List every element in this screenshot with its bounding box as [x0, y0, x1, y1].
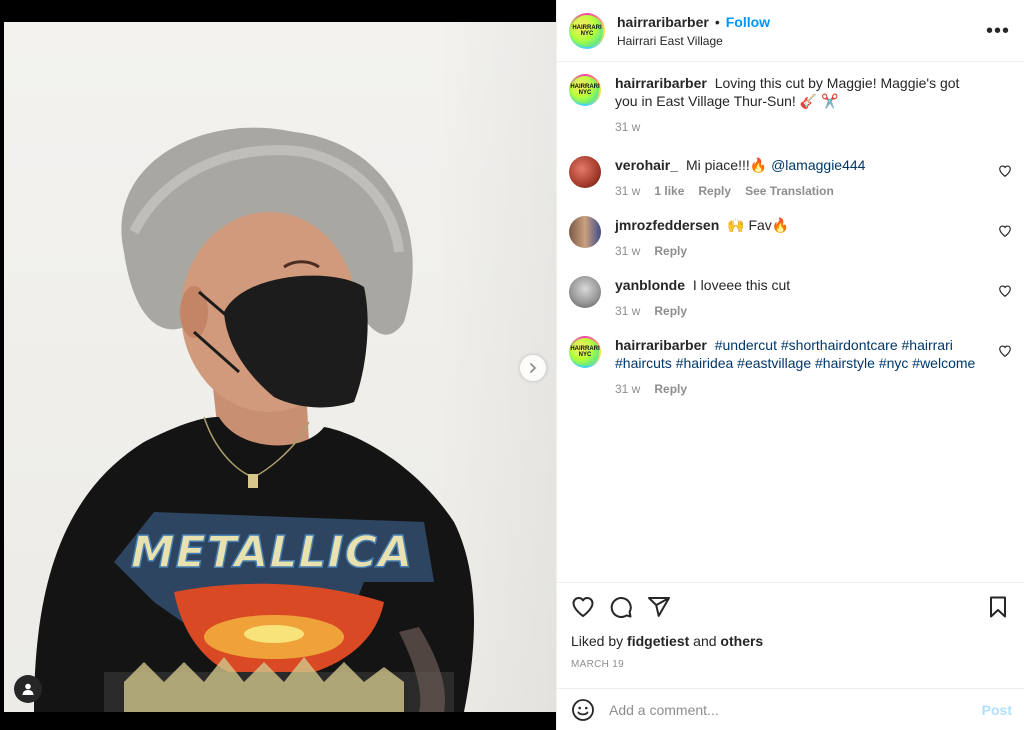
- post-location[interactable]: Hairrari East Village: [617, 34, 770, 48]
- comment-meta: 31 w Reply: [615, 380, 982, 398]
- commenter-avatar[interactable]: [569, 156, 601, 188]
- reply-button[interactable]: Reply: [654, 380, 687, 398]
- comment-meta: 31 w Reply: [615, 242, 982, 260]
- comments-list: HAIRRARI NYC hairraribarber Loving this …: [557, 62, 1024, 582]
- caption-body: hairraribarber Loving this cut by Maggie…: [615, 74, 1012, 136]
- hashtags-line2[interactable]: #haircuts #hairidea #eastvillage #hairst…: [615, 355, 975, 371]
- post-photo: METALLICA: [4, 22, 556, 712]
- reply-button[interactable]: Reply: [654, 302, 687, 320]
- commenter-avatar[interactable]: [569, 276, 601, 308]
- comment-time[interactable]: 31 w: [615, 182, 640, 200]
- chevron-right-icon: [530, 363, 537, 373]
- liked-by-text: Liked by fidgetiest and others: [571, 633, 1010, 649]
- separator-dot: •: [714, 13, 720, 30]
- comment-meta: 31 w 1 like Reply See Translation: [615, 182, 982, 200]
- comment-mention[interactable]: @lamaggie444: [771, 157, 865, 173]
- liked-by-prefix: Liked by: [571, 633, 624, 649]
- post-header: HAIRRARI NYC hairraribarber • Follow Hai…: [557, 0, 1024, 62]
- comment-meta: 31 w Reply: [615, 302, 982, 320]
- comment-input[interactable]: [609, 701, 982, 718]
- action-bar: [571, 595, 1010, 619]
- like-heart-icon[interactable]: [571, 595, 595, 619]
- comment-item: HAIRRARI NYC hairraribarber #undercut #s…: [569, 336, 1012, 398]
- comment-text: 🙌 Fav🔥: [727, 217, 790, 233]
- post-media-panel: METALLICA: [0, 0, 556, 730]
- hairrari-logo: HAIRRARI NYC: [570, 76, 600, 104]
- caption-meta: 31 w: [615, 118, 982, 136]
- author-username[interactable]: hairraribarber: [617, 14, 709, 30]
- instagram-post-modal: METALLICA HAIRRARI NYC hairraribarber • …: [0, 0, 1024, 730]
- like-comment-heart-icon[interactable]: [998, 344, 1012, 358]
- comment-text: Mi piace!!!🔥: [685, 157, 768, 173]
- hairrari-logo: HAIRRARI NYC: [570, 338, 600, 366]
- commenter-avatar[interactable]: HAIRRARI NYC: [569, 336, 601, 368]
- comment-time[interactable]: 31 w: [615, 242, 640, 260]
- post-date[interactable]: MARCH 19: [571, 659, 1010, 670]
- add-comment-bar: Post: [557, 688, 1024, 730]
- hashtags-line1[interactable]: #undercut #shorthairdontcare #hairrari: [715, 337, 953, 353]
- comment-body: hairraribarber #undercut #shorthairdontc…: [615, 336, 1012, 398]
- commenter-username[interactable]: jmrozfeddersen: [615, 217, 719, 233]
- caption-username[interactable]: hairraribarber: [615, 75, 707, 91]
- comment-item: jmrozfeddersen 🙌 Fav🔥 31 w Reply: [569, 216, 1012, 260]
- see-translation-button[interactable]: See Translation: [745, 182, 834, 200]
- user-icon: [22, 683, 34, 695]
- commenter-username[interactable]: yanblonde: [615, 277, 685, 293]
- post-details-panel: HAIRRARI NYC hairraribarber • Follow Hai…: [556, 0, 1024, 730]
- comment-item: verohair_ Mi piace!!!🔥 @lamaggie444 31 w…: [569, 156, 1012, 200]
- like-comment-heart-icon[interactable]: [998, 284, 1012, 298]
- liked-by-conj: and: [693, 633, 717, 649]
- tagged-users-button[interactable]: [14, 675, 42, 703]
- post-comment-button[interactable]: Post: [982, 702, 1012, 718]
- hairrari-logo: HAIRRARI NYC: [571, 14, 603, 47]
- share-paper-plane-icon[interactable]: [647, 595, 671, 619]
- commenter-username[interactable]: hairraribarber: [615, 337, 707, 353]
- comment-item: yanblonde I loveee this cut 31 w Reply: [569, 276, 1012, 320]
- header-text: hairraribarber • Follow Hairrari East Vi…: [617, 14, 770, 48]
- liked-by-others[interactable]: others: [720, 633, 763, 649]
- commenter-username[interactable]: verohair_: [615, 157, 678, 173]
- comment-body: yanblonde I loveee this cut 31 w Reply: [615, 276, 1012, 320]
- next-image-button[interactable]: [520, 355, 546, 381]
- emoji-icon[interactable]: [571, 698, 595, 722]
- follow-button[interactable]: Follow: [726, 14, 770, 30]
- commenter-avatar[interactable]: [569, 216, 601, 248]
- comment-body: verohair_ Mi piace!!!🔥 @lamaggie444 31 w…: [615, 156, 1012, 200]
- logo-line2: NYC: [578, 90, 592, 96]
- more-options-button[interactable]: •••: [986, 20, 1010, 43]
- comment-bubble-icon[interactable]: [609, 595, 633, 619]
- post-caption: HAIRRARI NYC hairraribarber Loving this …: [569, 74, 1012, 136]
- comment-body: jmrozfeddersen 🙌 Fav🔥 31 w Reply: [615, 216, 1012, 260]
- post-actions-section: Liked by fidgetiest and others MARCH 19: [557, 582, 1024, 688]
- caption-time[interactable]: 31 w: [615, 118, 640, 136]
- save-bookmark-icon[interactable]: [986, 595, 1010, 619]
- comment-time[interactable]: 31 w: [615, 302, 640, 320]
- reply-button[interactable]: Reply: [698, 182, 731, 200]
- portrait-illustration: METALLICA: [34, 127, 474, 712]
- author-avatar[interactable]: HAIRRARI NYC: [569, 12, 605, 49]
- comment-time[interactable]: 31 w: [615, 380, 640, 398]
- shirt-print-text: METALLICA: [131, 527, 413, 578]
- reply-button[interactable]: Reply: [654, 242, 687, 260]
- logo-line2: NYC: [578, 352, 592, 358]
- header-line1: hairraribarber • Follow: [617, 14, 770, 30]
- caption-avatar[interactable]: HAIRRARI NYC: [569, 74, 601, 106]
- like-comment-heart-icon[interactable]: [998, 164, 1012, 178]
- comment-likes[interactable]: 1 like: [654, 182, 684, 200]
- liked-by-user[interactable]: fidgetiest: [627, 633, 689, 649]
- logo-line2: NYC: [580, 30, 594, 37]
- like-comment-heart-icon[interactable]: [998, 224, 1012, 238]
- comment-text: I loveee this cut: [692, 277, 791, 293]
